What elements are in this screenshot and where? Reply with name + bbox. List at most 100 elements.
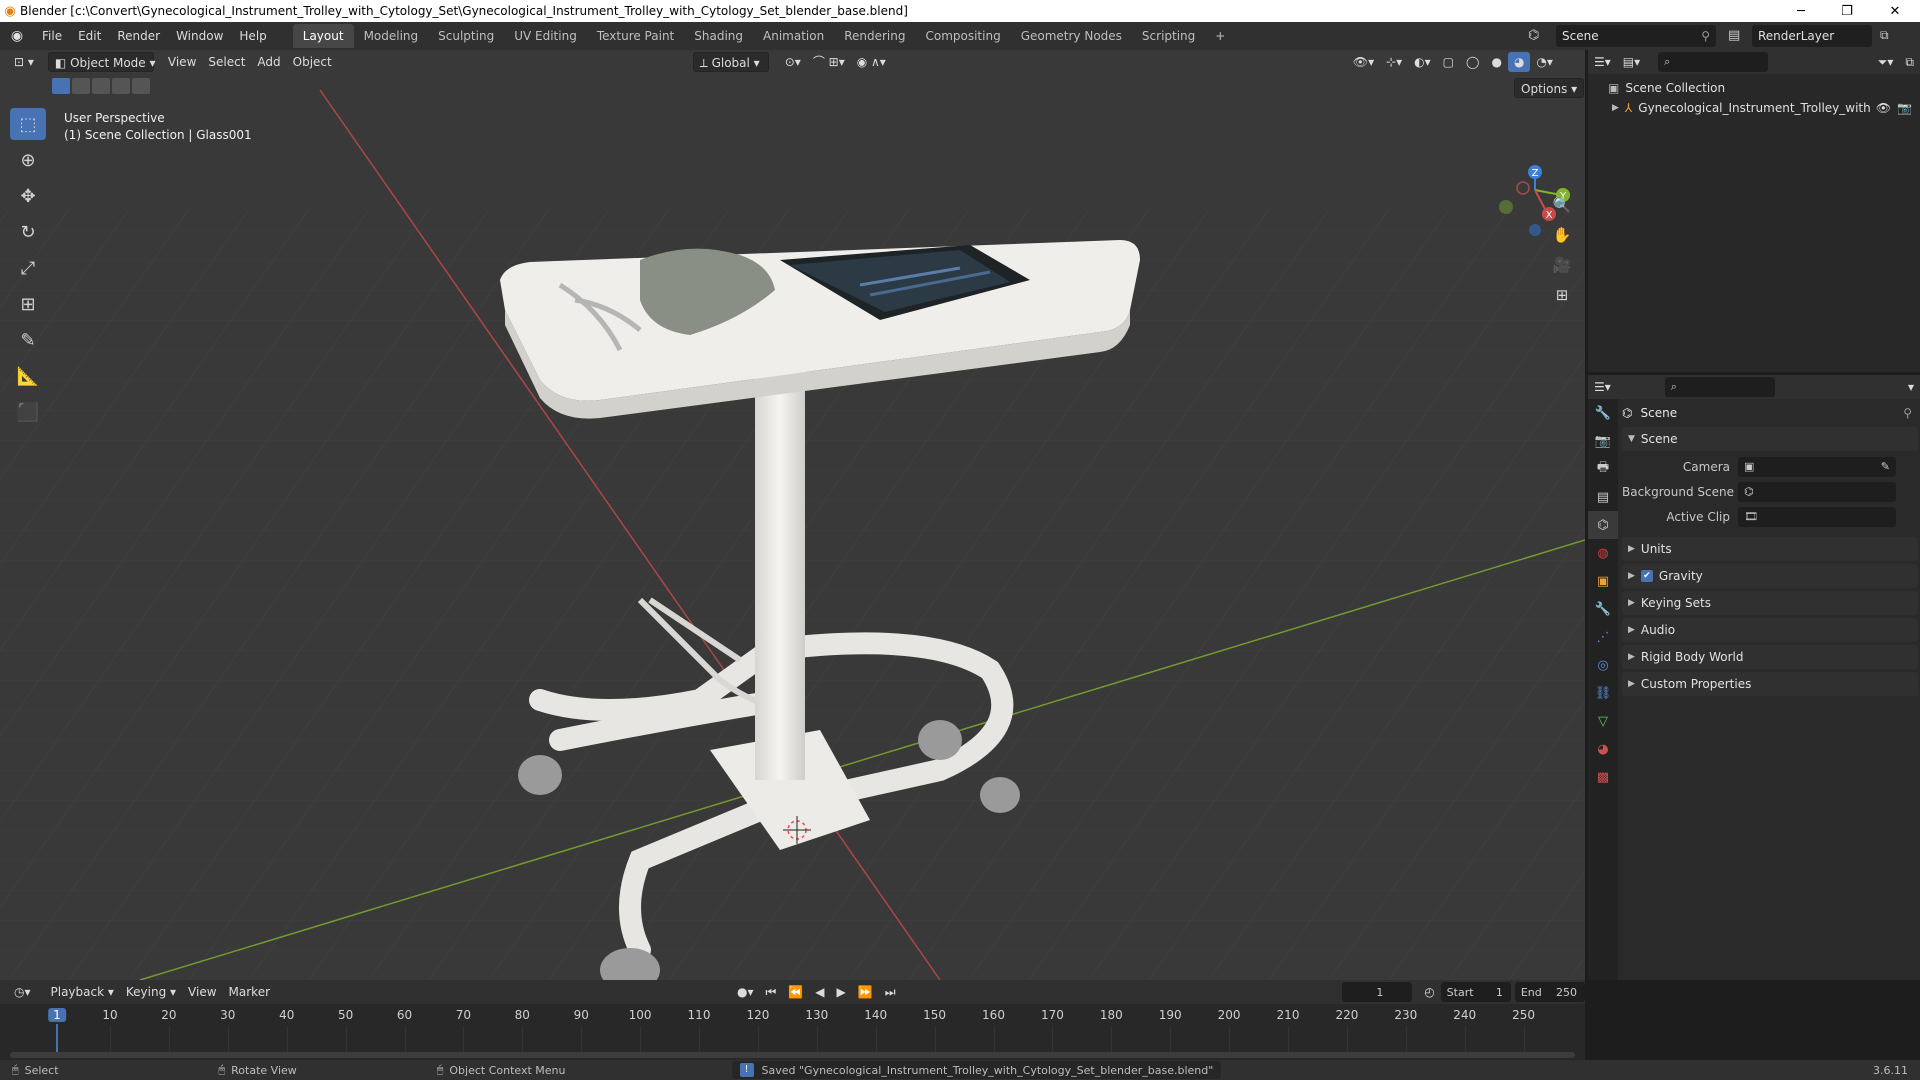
select-subtract-icon[interactable] bbox=[92, 78, 110, 94]
mode-dropdown[interactable]: ◧ Object Mode ▾ bbox=[47, 52, 156, 72]
workspace-tab-compositing[interactable]: Compositing bbox=[915, 24, 1010, 48]
timeline-menu-playback[interactable]: Playback ▾ bbox=[45, 982, 120, 1002]
render-tab-icon[interactable]: 📷 bbox=[1588, 427, 1618, 455]
menu-help[interactable]: Help bbox=[231, 22, 274, 50]
options-dropdown[interactable]: Options ▾ bbox=[1514, 78, 1585, 98]
outliner-search-input[interactable]: ⌕ bbox=[1658, 52, 1769, 72]
editor-type-icon[interactable]: ⊡ ▾ bbox=[8, 52, 40, 72]
outliner-editor-type-icon[interactable]: ☰▾ bbox=[1588, 52, 1617, 72]
active-clip-field[interactable]: 🎞 bbox=[1738, 506, 1896, 527]
current-frame-field[interactable]: 1 bbox=[1341, 982, 1413, 1002]
workspace-tab-uv-editing[interactable]: UV Editing bbox=[504, 24, 587, 48]
workspace-tab-animation[interactable]: Animation bbox=[753, 24, 834, 48]
material-tab-icon[interactable]: ◕ bbox=[1588, 735, 1618, 763]
pin-icon[interactable]: ⚲ bbox=[1701, 29, 1710, 43]
viewport-menu-view[interactable]: View bbox=[162, 52, 202, 72]
menu-edit[interactable]: Edit bbox=[70, 22, 109, 50]
timeline-menu-marker[interactable]: Marker bbox=[223, 982, 276, 1002]
expand-chevron-icon[interactable]: ▶ bbox=[1612, 103, 1619, 113]
rotate-tool-icon[interactable]: ↻ bbox=[10, 216, 46, 248]
constraints-tab-icon[interactable]: ⛓ bbox=[1588, 679, 1618, 707]
maximize-button[interactable]: ❐ bbox=[1824, 0, 1870, 22]
jump-keyframe-back-icon[interactable]: ⏪ bbox=[782, 982, 809, 1002]
timeline-scrollbar[interactable] bbox=[10, 1052, 1575, 1058]
viewport-menu-object[interactable]: Object bbox=[287, 52, 338, 72]
timeline-editor-type-icon[interactable]: ◷▾ bbox=[8, 982, 37, 1002]
blender-menu-icon[interactable]: ◉ bbox=[0, 28, 34, 44]
overlay-toggle-icon[interactable]: ◐▾ bbox=[1408, 52, 1437, 72]
workspace-tab-sculpting[interactable]: Sculpting bbox=[428, 24, 504, 48]
timeline-menu-keying[interactable]: Keying ▾ bbox=[120, 982, 182, 1002]
annotate-tool-icon[interactable]: ✎ bbox=[10, 324, 46, 356]
end-frame-field[interactable]: End 250 bbox=[1514, 982, 1585, 1002]
pan-hand-icon[interactable]: ✋ bbox=[1549, 222, 1575, 248]
background-scene-field[interactable]: ⌬ bbox=[1738, 481, 1896, 502]
select-new-icon[interactable] bbox=[52, 78, 70, 94]
play-reverse-icon[interactable]: ◀ bbox=[809, 982, 830, 1002]
shading-material-icon[interactable]: ◕ bbox=[1507, 52, 1531, 72]
outliner-item[interactable]: ▶ ⅄ Gynecological_Instrument_Trolley_wit… bbox=[1588, 98, 1920, 118]
data-tab-icon[interactable]: ▽ bbox=[1588, 707, 1618, 735]
rigid-body-world-panel-header[interactable]: ▶ Rigid Body World bbox=[1622, 645, 1918, 669]
select-extend-icon[interactable] bbox=[72, 78, 90, 94]
properties-options-icon[interactable]: ▾ bbox=[1902, 377, 1920, 397]
menu-window[interactable]: Window bbox=[168, 22, 231, 50]
transform-orientation-dropdown[interactable]: ⟂ Global ▾ bbox=[692, 52, 769, 72]
cursor-tool-icon[interactable]: ⊕ bbox=[10, 144, 46, 176]
add-cube-tool-icon[interactable]: ⬛ bbox=[10, 396, 46, 428]
camera-view-icon[interactable]: 🎥 bbox=[1549, 252, 1575, 278]
gravity-checkbox[interactable]: ✔ bbox=[1640, 570, 1653, 582]
scene-name-field[interactable]: Scene ⚲ bbox=[1556, 25, 1716, 47]
visibility-eye-icon[interactable]: 👁 bbox=[1876, 101, 1891, 115]
workspace-tab-layout[interactable]: Layout bbox=[292, 24, 354, 48]
custom-properties-panel-header[interactable]: ▶ Custom Properties bbox=[1622, 672, 1918, 696]
shading-wireframe-icon[interactable]: ◯ bbox=[1460, 52, 1485, 72]
filter-icon[interactable]: ⏷▾ bbox=[1872, 52, 1900, 72]
particles-tab-icon[interactable]: ⋰ bbox=[1588, 623, 1618, 651]
play-icon[interactable]: ▶ bbox=[831, 982, 852, 1002]
measure-tool-icon[interactable]: 📐 bbox=[10, 360, 46, 392]
scene-selector-icon[interactable]: ⌬ bbox=[1528, 28, 1539, 43]
outliner-scene-collection[interactable]: ▣ Scene Collection bbox=[1588, 78, 1920, 98]
properties-editor-type-icon[interactable]: ☰▾ bbox=[1588, 377, 1617, 397]
pivot-point-icon[interactable]: ⊙▾ bbox=[779, 52, 807, 72]
menu-file[interactable]: File bbox=[34, 22, 70, 50]
zoom-icon[interactable]: 🔍 bbox=[1549, 192, 1575, 218]
units-panel-header[interactable]: ▶ Units bbox=[1622, 537, 1918, 561]
properties-search-input[interactable]: ⌕ bbox=[1664, 377, 1775, 397]
workspace-tab-geometry-nodes[interactable]: Geometry Nodes bbox=[1011, 24, 1132, 48]
shading-rendered-icon[interactable]: ◔▾ bbox=[1530, 52, 1559, 72]
jump-keyframe-forward-icon[interactable]: ⏩ bbox=[852, 982, 879, 1002]
select-invert-icon[interactable] bbox=[112, 78, 130, 94]
view-layer-field[interactable]: RenderLayer bbox=[1752, 25, 1872, 47]
jump-start-icon[interactable]: ⏮ bbox=[760, 982, 783, 1002]
add-workspace-button[interactable]: + bbox=[1205, 24, 1235, 48]
jump-end-icon[interactable]: ⏭ bbox=[879, 982, 902, 1002]
modifier-tab-icon[interactable]: 🔧 bbox=[1588, 595, 1618, 623]
gizmo-toggle-icon[interactable]: ⊹▾ bbox=[1380, 52, 1408, 72]
visibility-icon[interactable]: 👁▾ bbox=[1347, 52, 1380, 72]
menu-render[interactable]: Render bbox=[109, 22, 168, 50]
scene-panel-header[interactable]: ▼ Scene bbox=[1622, 427, 1918, 451]
start-frame-field[interactable]: Start 1 bbox=[1440, 982, 1511, 1002]
render-camera-icon[interactable]: 📷 bbox=[1897, 101, 1912, 115]
output-tab-icon[interactable]: 🖶 bbox=[1588, 455, 1618, 483]
workspace-tab-rendering[interactable]: Rendering bbox=[834, 24, 915, 48]
3d-viewport[interactable]: Z Y X ⊡ ▾ ◧ Object Mode ▾ View Select Ad… bbox=[0, 50, 1585, 980]
perspective-toggle-icon[interactable]: ⊞ bbox=[1549, 282, 1575, 308]
timeline-menu-view[interactable]: View bbox=[182, 982, 222, 1002]
timeline-ruler[interactable]: 1 10 20 30 40 50 60 70 80 90 100 110 120 130 140 150 160… bbox=[0, 1004, 1585, 1060]
minimize-button[interactable]: ─ bbox=[1778, 0, 1824, 22]
workspace-tab-modeling[interactable]: Modeling bbox=[354, 24, 429, 48]
texture-tab-icon[interactable]: ▩ bbox=[1588, 763, 1618, 791]
display-mode-icon[interactable]: ▤▾ bbox=[1617, 52, 1646, 72]
new-view-layer-icon[interactable]: ⧉ bbox=[1880, 28, 1889, 43]
preview-range-icon[interactable]: ◴ bbox=[1418, 982, 1440, 1002]
playhead[interactable] bbox=[56, 1024, 58, 1054]
select-box-tool-icon[interactable]: ⬚ bbox=[10, 108, 46, 140]
tool-tab-icon[interactable]: 🔧 bbox=[1588, 399, 1618, 427]
select-intersect-icon[interactable] bbox=[132, 78, 150, 94]
snap-icon[interactable]: ⌒ ⊞▾ bbox=[807, 52, 851, 72]
scene-tab-icon[interactable]: ⌬ bbox=[1588, 511, 1618, 539]
record-icon[interactable]: ●▾ bbox=[731, 982, 760, 1002]
